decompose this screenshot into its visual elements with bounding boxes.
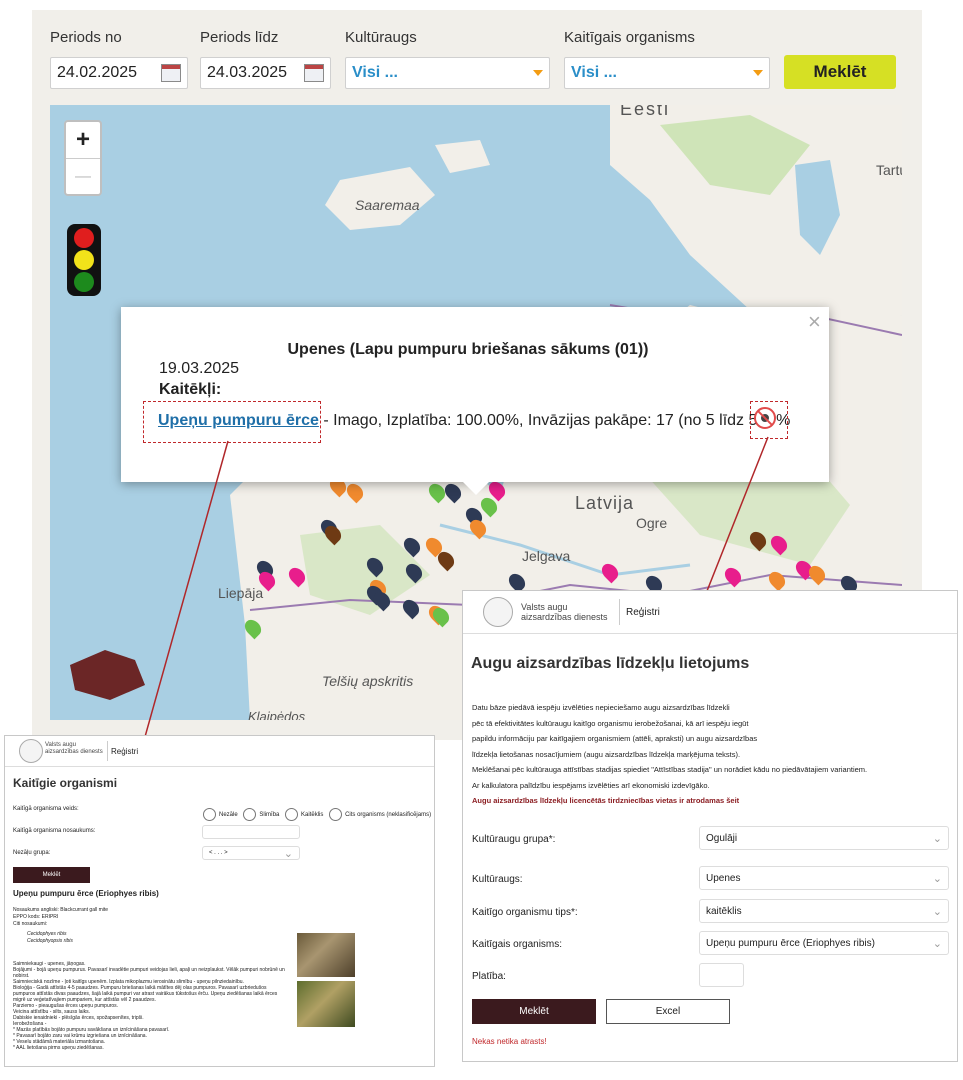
left-result-meta: Nosaukums angliski: Blackcurrant gall mi… <box>13 907 108 945</box>
intro-line: līdzekļa lietošanas nosacījumiem (augu a… <box>472 749 741 759</box>
field-label: Kaitīgo organismu tips*: <box>472 907 578 918</box>
desc-line: Bojājumi - bojā upeņu pumpurus. Pavasarī… <box>13 967 285 979</box>
right-search-button[interactable]: Meklēt <box>472 999 596 1024</box>
left-header: Valsts augu aizsardzības dienests Reģist… <box>5 736 434 767</box>
right-intro: Datu bāze piedāvā iespēju izvēlēties nep… <box>472 700 942 809</box>
chevron-down-icon: ⌄ <box>932 905 942 918</box>
left-type-label: Kaitīgā organisma veids: <box>13 806 79 812</box>
area-label: Platība: <box>472 971 506 982</box>
synonym-item: Cecidophyes ribis <box>27 931 67 937</box>
left-nav-registri[interactable]: Reģistri <box>111 747 138 756</box>
radio-label: Nezāle <box>219 812 238 819</box>
ppp-usage-screenshot: Valsts augu aizsardzības dienests Reģist… <box>462 590 958 1062</box>
left-group-value: < . . . > <box>209 850 228 856</box>
radio-label: Kaitēklis <box>301 812 324 819</box>
left-org-name: Valsts augu aizsardzības dienests <box>45 742 103 755</box>
crop-group-value: Ogulāji <box>706 832 738 844</box>
left-group-select[interactable]: < . . . > ⌄ <box>202 846 300 860</box>
retail-locations-link[interactable]: Augu aizsardzības līdzekļu licencētās ti… <box>472 793 942 809</box>
right-page-title: Augu aizsardzības līdzekļu lietojums <box>471 655 750 672</box>
crop-value: Upenes <box>706 872 741 884</box>
excel-button[interactable]: Excel <box>606 999 730 1024</box>
pest-type-value: kaitēklis <box>706 905 742 917</box>
chevron-down-icon: ⌄ <box>932 937 942 950</box>
radio-slimiba[interactable] <box>243 808 257 821</box>
left-name-input[interactable] <box>202 825 300 839</box>
left-result-title: Upeņu pumpuru ērce (Eriophyes ribis) <box>13 889 159 898</box>
intro-line: papildu informāciju par kaitīgajiem orga… <box>472 734 758 743</box>
intro-line: Ar kalkulatora palīdzību iespējams izvēl… <box>472 780 710 790</box>
area-input[interactable] <box>699 963 744 987</box>
left-page-title: Kaitīgie organismi <box>13 776 118 790</box>
desc-line: Bioloģija - Gadā attīstās 4-5 paaudzes. … <box>13 985 278 1003</box>
field-label: Kultūraugs: <box>472 874 523 885</box>
left-type-radios: Nezāle Slimība Kaitēklis Cits organisms … <box>203 808 431 821</box>
radio-nezale[interactable] <box>203 808 216 821</box>
chevron-down-icon: ⌄ <box>932 872 942 885</box>
meta-line: Nosaukums angliski: Blackcurrant gall mi… <box>13 907 109 913</box>
crop-select-right[interactable]: Upenes ⌄ <box>699 866 949 890</box>
left-name-label: Kaitīgā organisma nosaukums: <box>13 828 96 834</box>
desc-line: * AAL lietošana pirms upeņu ziedēšanas. <box>13 1045 104 1051</box>
pest-type-select[interactable]: kaitēklis ⌄ <box>699 899 949 923</box>
radio-kaiteklis[interactable] <box>285 808 299 821</box>
pest-photo-2[interactable] <box>297 981 355 1027</box>
crop-group-select[interactable]: Ogulāji ⌄ <box>699 826 949 850</box>
radio-cits[interactable] <box>329 808 343 821</box>
right-org-name: Valsts augu aizsardzības dienests <box>521 602 608 622</box>
left-group-label: Nezāļu grupa: <box>13 850 51 856</box>
right-nav-registri[interactable]: Reģistri <box>626 607 660 618</box>
right-header: Valsts augu aizsardzības dienests Reģist… <box>463 591 957 634</box>
radio-label: Slimība <box>259 812 280 819</box>
organism-select-right[interactable]: Upeņu pumpuru ērce (Eriophyes ribis) ⌄ <box>699 931 949 955</box>
pest-detail-screenshot: Valsts augu aizsardzības dienests Reģist… <box>4 735 435 1067</box>
chevron-down-icon: ⌄ <box>283 847 293 860</box>
intro-line: Datu bāze piedāvā iespēju izvēlēties nep… <box>472 703 730 712</box>
coat-of-arms-icon <box>483 597 513 627</box>
intro-line: pēc tā efektivitātes kultūraugu kaitīgo … <box>472 718 749 728</box>
meta-line: EPPO kods: ERIPRI <box>13 914 59 920</box>
intro-line: Meklēšanai pēc kultūrauga attīstības sta… <box>472 765 868 774</box>
radio-label: Cits organisms (neklasificējams) <box>345 812 432 819</box>
pest-photo-1[interactable] <box>297 933 355 977</box>
synonym-item: Cecidophyopsis ribis <box>27 938 73 944</box>
organism-value: Upeņu pumpuru ērce (Eriophyes ribis) <box>706 937 875 949</box>
field-label: Kultūraugu grupa*: <box>472 834 556 845</box>
coat-of-arms-icon <box>19 739 43 763</box>
left-search-button[interactable]: Meklēt <box>13 867 90 883</box>
left-description: Saimniekaugi - upenes, jāņogas. Bojājumi… <box>13 961 288 1051</box>
field-label: Kaitīgais organisms: <box>472 939 563 950</box>
no-results-message: Nekas netika atrasts! <box>472 1037 547 1046</box>
chevron-down-icon: ⌄ <box>932 832 942 845</box>
meta-line: Citi nosaukumi: <box>13 921 48 927</box>
